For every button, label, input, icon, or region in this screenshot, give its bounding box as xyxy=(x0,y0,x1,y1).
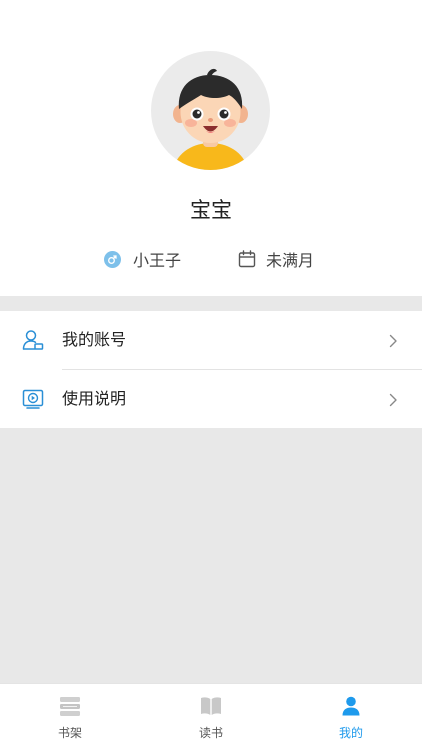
baby-nickname: 宝宝 xyxy=(190,198,232,222)
baby-info-row: 小王子 未满月 xyxy=(0,246,422,272)
book-icon xyxy=(199,694,223,718)
tab-label: 书架 xyxy=(57,726,82,740)
video-guide-icon xyxy=(22,388,44,410)
age-label: 未满月 xyxy=(266,251,315,270)
settings-menu: 我的账号 使用说明 xyxy=(0,311,422,428)
male-icon xyxy=(104,250,121,268)
tab-bookshelf[interactable]: 书架 xyxy=(0,684,140,750)
calendar-icon xyxy=(238,250,256,268)
menu-item-label: 我的账号 xyxy=(62,330,127,349)
age-info: 未满月 xyxy=(238,246,314,272)
menu-item-usage-guide[interactable]: 使用说明 xyxy=(0,370,422,428)
tab-label: 我的 xyxy=(338,726,363,740)
gender-info: 小王子 xyxy=(104,246,181,272)
bottom-tab-bar: 书架 读书 我的 xyxy=(0,683,422,750)
chevron-right-icon xyxy=(386,392,400,407)
account-icon xyxy=(22,329,44,351)
menu-item-label: 使用说明 xyxy=(62,389,127,408)
profile-header: 宝宝 小王子 未满月 xyxy=(0,0,422,296)
user-icon xyxy=(339,694,363,718)
bookshelf-icon xyxy=(58,694,82,718)
tab-mine[interactable]: 我的 xyxy=(281,684,421,750)
chevron-right-icon xyxy=(386,333,400,348)
gender-label: 小王子 xyxy=(133,251,182,270)
avatar[interactable] xyxy=(151,51,270,170)
menu-item-my-account[interactable]: 我的账号 xyxy=(0,311,422,369)
tab-read[interactable]: 读书 xyxy=(141,684,281,750)
tab-label: 读书 xyxy=(198,726,223,740)
cartoon-boy-avatar-image xyxy=(173,68,248,170)
